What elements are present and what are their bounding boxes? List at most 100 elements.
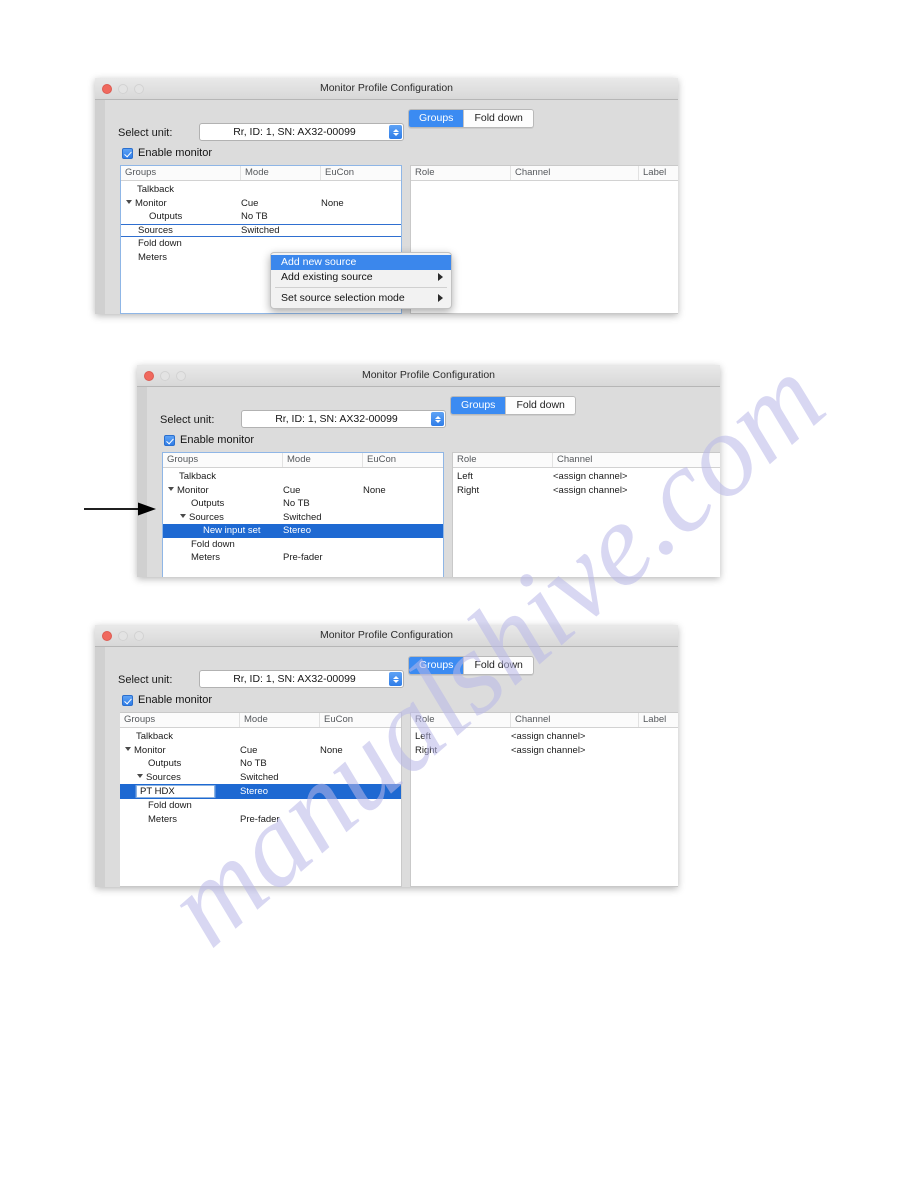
row-mode: Cue bbox=[241, 197, 259, 209]
select-unit-stepper[interactable] bbox=[389, 672, 402, 686]
table-row[interactable]: Right <assign channel> bbox=[453, 484, 720, 498]
tab-groups[interactable]: Groups bbox=[409, 110, 464, 127]
table-row[interactable]: Meters Pre-fader bbox=[163, 551, 443, 565]
view-tabs-2: Groups Fold down bbox=[450, 396, 576, 415]
tab-groups[interactable]: Groups bbox=[409, 657, 464, 674]
roles-pane-2[interactable]: Role Channel Left <assign channel> Right… bbox=[452, 452, 720, 577]
select-unit-value: Rr, ID: 1, SN: AX32-00099 bbox=[275, 413, 398, 425]
role-channel[interactable]: <assign channel> bbox=[511, 730, 639, 743]
table-row[interactable]: Outputs No TB bbox=[120, 757, 401, 771]
table-row[interactable]: Outputs No TB bbox=[163, 497, 443, 511]
groups-tree-pane-3[interactable]: Groups Mode EuCon Talkback Monitor Cue N… bbox=[120, 712, 402, 887]
enable-monitor-label: Enable monitor bbox=[138, 694, 212, 706]
window-titlebar-1: Monitor Profile Configuration bbox=[95, 78, 678, 100]
enable-monitor-checkbox-row[interactable]: Enable monitor bbox=[164, 434, 254, 446]
submenu-arrow-icon bbox=[438, 294, 443, 303]
enable-monitor-checkbox[interactable] bbox=[164, 434, 175, 446]
col-role: Role bbox=[453, 453, 553, 467]
menu-separator bbox=[275, 287, 447, 288]
tab-fold-down[interactable]: Fold down bbox=[505, 397, 575, 414]
select-unit-value: Rr, ID: 1, SN: AX32-00099 bbox=[233, 673, 356, 685]
table-row[interactable]: Monitor Cue None bbox=[120, 744, 401, 758]
tab-groups[interactable]: Groups bbox=[451, 397, 506, 414]
table-row[interactable]: PT HDX Stereo bbox=[120, 784, 401, 799]
chevron-down-icon bbox=[392, 679, 399, 683]
table-row[interactable]: Left <assign channel> bbox=[411, 730, 678, 744]
row-name: Meters bbox=[138, 251, 168, 263]
menu-item-add-existing-source[interactable]: Add existing source bbox=[271, 270, 451, 285]
roles-header-1: Role Channel Label bbox=[411, 166, 678, 181]
row-name: Monitor bbox=[163, 484, 283, 497]
col-channel: Channel bbox=[511, 713, 639, 727]
menu-item-set-source-selection-mode[interactable]: Set source selection mode bbox=[271, 291, 451, 306]
row-mode: Cue bbox=[240, 744, 258, 756]
table-row[interactable]: Monitor Cue None bbox=[121, 197, 401, 211]
rename-source-input[interactable]: PT HDX bbox=[136, 785, 215, 798]
col-label: Label bbox=[643, 167, 667, 178]
table-row[interactable]: Sources Switched bbox=[163, 511, 443, 525]
table-row[interactable]: Outputs No TB bbox=[121, 210, 401, 224]
enable-monitor-checkbox-row[interactable]: Enable monitor bbox=[122, 694, 212, 706]
select-unit-stepper[interactable] bbox=[389, 125, 402, 139]
tab-fold-down[interactable]: Fold down bbox=[463, 110, 533, 127]
table-row[interactable]: Meters Pre-fader bbox=[120, 813, 401, 827]
select-unit-stepper[interactable] bbox=[431, 412, 444, 426]
table-row[interactable]: Fold down bbox=[120, 799, 401, 813]
row-name: Sources bbox=[163, 511, 283, 524]
table-row[interactable]: Talkback bbox=[120, 730, 401, 744]
col-role: Role bbox=[411, 713, 511, 727]
groups-tree-pane-2[interactable]: Groups Mode EuCon Talkback Monitor Cue N… bbox=[162, 452, 444, 577]
table-row[interactable]: Talkback bbox=[163, 470, 443, 484]
select-unit-dropdown[interactable]: Rr, ID: 1, SN: AX32-00099 bbox=[199, 123, 404, 141]
table-row[interactable]: New input set Stereo bbox=[163, 524, 443, 538]
menu-item-label: Set source selection mode bbox=[281, 292, 405, 305]
table-row[interactable]: Sources Switched bbox=[120, 771, 401, 785]
row-name: Talkback bbox=[179, 471, 216, 483]
row-name: Sources bbox=[120, 771, 240, 784]
row-mode: Stereo bbox=[240, 786, 268, 797]
select-unit-dropdown[interactable]: Rr, ID: 1, SN: AX32-00099 bbox=[241, 410, 446, 428]
row-name: Fold down bbox=[138, 238, 182, 250]
table-row[interactable]: Monitor Cue None bbox=[163, 484, 443, 498]
role-channel[interactable]: <assign channel> bbox=[511, 744, 639, 757]
select-unit-value: Rr, ID: 1, SN: AX32-00099 bbox=[233, 126, 356, 138]
disclosure-triangle-icon[interactable] bbox=[126, 200, 132, 205]
enable-monitor-label: Enable monitor bbox=[180, 434, 254, 446]
groups-tree-body-2: Talkback Monitor Cue None Outputs No TB bbox=[163, 468, 443, 565]
table-row[interactable]: Right <assign channel> bbox=[411, 744, 678, 758]
role-channel[interactable]: <assign channel> bbox=[553, 484, 720, 497]
source-context-menu[interactable]: Add new source Add existing source Set s… bbox=[270, 252, 452, 309]
table-row[interactable]: Fold down bbox=[163, 538, 443, 552]
table-row[interactable]: Talkback bbox=[121, 183, 401, 197]
menu-item-add-new-source[interactable]: Add new source bbox=[271, 255, 451, 270]
enable-monitor-checkbox[interactable] bbox=[122, 694, 133, 706]
select-unit-label: Select unit: bbox=[118, 674, 173, 686]
roles-body-3: Left <assign channel> Right <assign chan… bbox=[411, 728, 678, 757]
select-unit-dropdown[interactable]: Rr, ID: 1, SN: AX32-00099 bbox=[199, 670, 404, 688]
enable-monitor-checkbox[interactable] bbox=[122, 147, 133, 159]
disclosure-triangle-icon[interactable] bbox=[137, 774, 143, 779]
table-row[interactable]: Sources Switched bbox=[121, 223, 401, 237]
role-channel[interactable]: <assign channel> bbox=[553, 470, 720, 483]
disclosure-triangle-icon[interactable] bbox=[180, 514, 186, 519]
col-eucon: EuCon bbox=[367, 454, 397, 465]
row-name: Fold down bbox=[148, 800, 192, 812]
menu-item-label: Add new source bbox=[281, 256, 357, 269]
table-row[interactable]: Fold down bbox=[121, 237, 401, 251]
roles-pane-3[interactable]: Role Channel Label Left <assign channel>… bbox=[410, 712, 678, 887]
window-left-gutter-2 bbox=[137, 387, 147, 577]
disclosure-triangle-icon[interactable] bbox=[125, 747, 131, 752]
window-body-3: Groups Fold down Select unit: Rr, ID: 1,… bbox=[95, 647, 678, 887]
col-channel: Channel bbox=[511, 166, 639, 180]
row-name: Meters bbox=[191, 552, 221, 564]
monitor-profile-window-3: Monitor Profile Configuration Groups Fol… bbox=[95, 625, 678, 887]
disclosure-triangle-icon[interactable] bbox=[168, 487, 174, 492]
col-mode: Mode bbox=[283, 453, 363, 467]
row-name-editor-wrap: PT HDX bbox=[120, 785, 240, 798]
table-row[interactable]: Left <assign channel> bbox=[453, 470, 720, 484]
enable-monitor-checkbox-row[interactable]: Enable monitor bbox=[122, 147, 212, 159]
row-name: Outputs bbox=[191, 498, 225, 510]
chevron-down-icon bbox=[392, 132, 399, 136]
row-mode: No TB bbox=[241, 211, 268, 223]
tab-fold-down[interactable]: Fold down bbox=[463, 657, 533, 674]
